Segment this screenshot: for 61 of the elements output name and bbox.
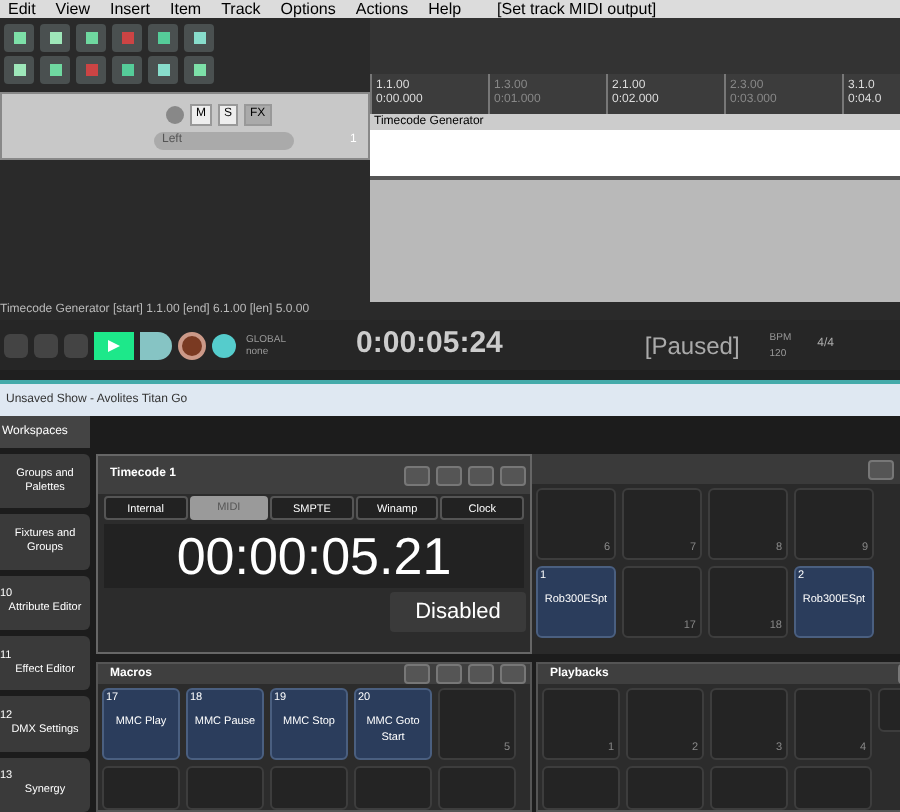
menu-item[interactable]: View — [55, 2, 90, 18]
square-icon — [45, 28, 65, 48]
square-icon — [153, 28, 173, 48]
empty-tile[interactable] — [794, 766, 872, 810]
menu-hint: [Set track MIDI output] — [497, 2, 657, 18]
toolbar-button[interactable] — [148, 24, 178, 52]
record-button[interactable] — [178, 331, 206, 359]
empty-tile[interactable] — [542, 766, 620, 810]
empty-tile[interactable] — [270, 766, 348, 810]
toolbar-button[interactable] — [112, 56, 142, 84]
toolbar-button[interactable] — [40, 56, 70, 84]
window-control[interactable] — [500, 465, 526, 485]
empty-tile[interactable] — [354, 766, 432, 810]
square-icon — [81, 60, 101, 80]
empty-tile[interactable] — [626, 766, 704, 810]
empty-tile[interactable] — [710, 766, 788, 810]
square-icon — [117, 28, 137, 48]
window-control[interactable] — [436, 664, 462, 684]
toolbar-button[interactable] — [40, 24, 70, 52]
play-icon — [108, 339, 120, 351]
square-icon — [117, 60, 137, 80]
window-control[interactable] — [468, 664, 494, 684]
square-icon — [189, 28, 209, 48]
menu-item[interactable]: Insert — [110, 2, 151, 18]
window-control[interactable] — [404, 664, 430, 684]
empty-tile[interactable] — [438, 766, 516, 810]
menu-item[interactable]: Track — [221, 2, 261, 18]
menu-item[interactable]: Help — [428, 2, 462, 18]
window-control[interactable] — [404, 465, 430, 485]
volume-knob[interactable] — [166, 105, 184, 123]
square-icon — [81, 28, 101, 48]
toolbar-button[interactable] — [148, 56, 178, 84]
play-state: [Paused] — [644, 329, 740, 363]
square-icon — [45, 60, 65, 80]
toolbar-button[interactable] — [4, 56, 34, 84]
window-control[interactable] — [500, 664, 526, 684]
menu-item[interactable]: Actions — [355, 2, 409, 18]
empty-tile[interactable] — [102, 766, 180, 810]
toolbar-button[interactable] — [4, 24, 34, 52]
play-button[interactable] — [94, 331, 134, 359]
repeat-button[interactable] — [212, 333, 236, 357]
menu-item[interactable]: Item — [170, 2, 202, 18]
toolbar-button[interactable] — [184, 56, 214, 84]
menu-item[interactable]: Edit — [8, 2, 36, 18]
square-icon — [189, 60, 209, 80]
square-icon — [153, 60, 173, 80]
toolbar-button[interactable] — [76, 24, 106, 52]
square-icon — [9, 60, 29, 80]
timecode-display: 00:00:05.21 — [104, 524, 524, 588]
window-control[interactable] — [468, 465, 494, 485]
transport-button[interactable] — [4, 333, 28, 357]
transport-button[interactable] — [34, 333, 58, 357]
window-control[interactable] — [436, 465, 462, 485]
empty-tile[interactable] — [186, 766, 264, 810]
transport-button[interactable] — [64, 333, 88, 357]
toolbar-button[interactable] — [184, 24, 214, 52]
window-control[interactable] — [868, 459, 894, 479]
pause-button[interactable] — [140, 331, 172, 359]
menu-item[interactable]: Options — [280, 2, 336, 18]
square-icon — [9, 28, 29, 48]
time-display: 0:00:05:24 — [356, 324, 503, 365]
